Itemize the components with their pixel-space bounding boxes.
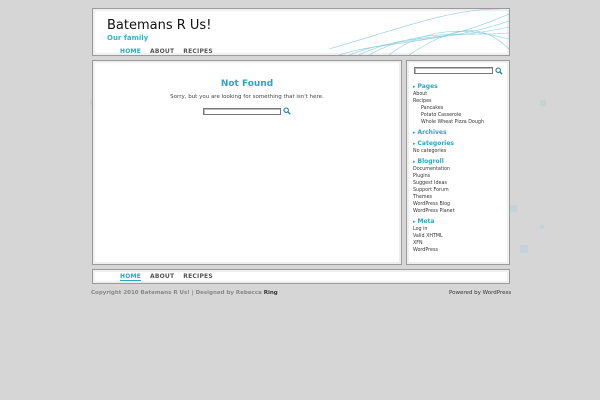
blogroll-link[interactable]: WordPress Planet (413, 209, 455, 214)
footer-nav-item-recipes[interactable]: RECIPES (183, 273, 213, 281)
sidebar-heading-archives: Archives (413, 129, 447, 136)
blogroll-link[interactable]: Plugins (413, 174, 430, 179)
sidebar: Pages About Recipes Pancakes Potato Cass… (406, 60, 510, 265)
main-content: Not Found Sorry, but you are looking for… (92, 60, 402, 265)
search-icon[interactable] (495, 67, 503, 75)
powered-by-text: Powered by WordPress (449, 290, 511, 296)
top-navigation: HOME ABOUT RECIPES (120, 48, 213, 55)
sidebar-page-about[interactable]: About (413, 92, 427, 97)
sidebar-heading-categories: Categories (413, 140, 454, 147)
footer-navigation-bar: HOME ABOUT RECIPES (92, 269, 510, 284)
wordpress-link[interactable]: WordPress (483, 290, 512, 296)
sidebar-page-potato-casserole[interactable]: Potato Casserole (421, 113, 461, 118)
sidebar-heading-pages: Pages (413, 83, 438, 90)
sidebar-page-pancakes[interactable]: Pancakes (421, 106, 443, 111)
site-tagline: Our family (107, 34, 149, 42)
nav-item-recipes[interactable]: RECIPES (183, 48, 213, 55)
meta-link-login[interactable]: Log in (413, 227, 427, 232)
sidebar-search-input[interactable] (414, 67, 493, 74)
sidebar-page-pizza-dough[interactable]: Whole Wheat Pizza Dough (421, 120, 484, 125)
blogroll-link[interactable]: WordPress Blog (413, 202, 450, 207)
blogroll-link[interactable]: Suggest Ideas (413, 181, 447, 186)
header-swoosh-decoration (329, 9, 509, 55)
search-icon[interactable] (283, 107, 291, 115)
designer-link[interactable]: Ring (264, 290, 278, 296)
meta-link-wordpress[interactable]: WordPress (413, 248, 438, 253)
main-search-input[interactable] (203, 108, 281, 115)
footer-navigation: HOME ABOUT RECIPES (120, 273, 213, 281)
blogroll-link[interactable]: Themes (413, 195, 432, 200)
meta-link-xfn[interactable]: XFN (413, 241, 423, 246)
powered-prefix: Powered by (449, 290, 483, 296)
site-header: Batemans R Us! Our family HOME ABOUT REC… (92, 8, 510, 56)
sidebar-no-categories: No categories (413, 149, 447, 154)
page-title: Not Found (220, 79, 274, 89)
meta-link-xhtml[interactable]: Valid XHTML (413, 234, 443, 239)
not-found-message: Sorry, but you are looking for something… (170, 94, 324, 100)
site-title[interactable]: Batemans R Us! (107, 18, 211, 33)
sidebar-heading-meta: Meta (413, 218, 435, 225)
nav-item-home[interactable]: HOME (120, 48, 141, 55)
sidebar-heading-blogroll: Blogroll (413, 158, 444, 165)
sidebar-page-recipes[interactable]: Recipes (413, 99, 432, 104)
footer-nav-item-about[interactable]: ABOUT (150, 273, 174, 281)
blogroll-link[interactable]: Support Forum (413, 188, 449, 193)
footer-nav-item-home[interactable]: HOME (120, 273, 141, 281)
copyright-prefix: Copyright 2010 Batemans R Us! | Designed… (91, 290, 264, 296)
nav-item-about[interactable]: ABOUT (150, 48, 174, 55)
copyright-text: Copyright 2010 Batemans R Us! | Designed… (91, 290, 278, 296)
blogroll-link[interactable]: Documentation (413, 167, 450, 172)
